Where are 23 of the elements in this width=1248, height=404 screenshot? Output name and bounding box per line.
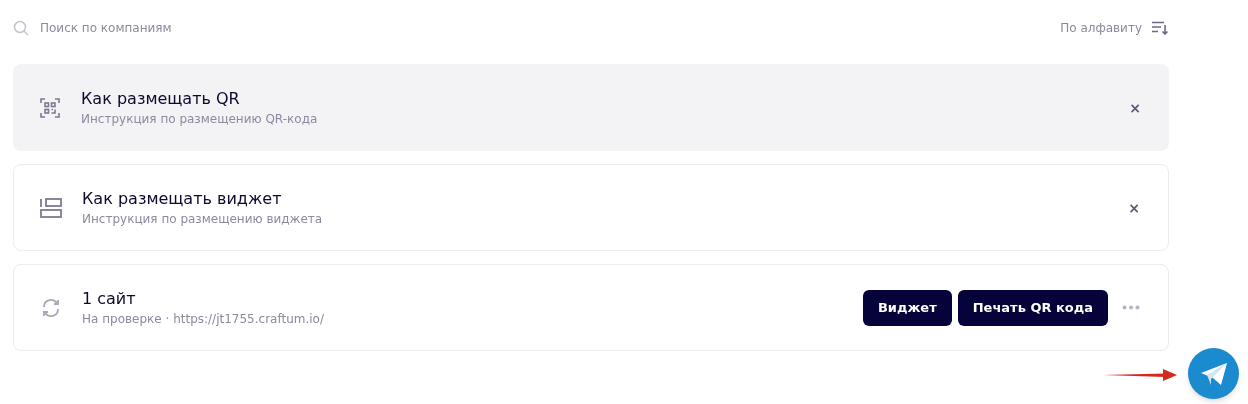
action-button[interactable]: Виджет [862,289,952,326]
layout-icon [40,197,62,218]
card-subtitle: Инструкция по размещению QR-кода [81,110,319,128]
refresh-icon [41,297,61,318]
telegram-button[interactable] [1188,348,1239,399]
qr-code-icon [40,97,60,118]
more-icon[interactable] [1122,305,1140,310]
sort-icon[interactable] [1152,21,1169,35]
close-button[interactable]: × [1129,100,1141,115]
action-button[interactable]: Печать QR кода [957,289,1108,326]
card-title: 1 сайт [82,287,137,310]
card-subtitle: Инструкция по размещению виджета [82,210,324,228]
paper-plane-icon [1200,362,1227,385]
card-title: Как размещать QR [81,87,241,110]
close-button[interactable]: × [1128,200,1140,215]
card[interactable]: Как размещать QR Инструкция по размещению QR-кода × [13,64,1169,151]
card[interactable]: 1 сайт На проверке · https://jt1755.craftum.io/ Виджет Печать QR кода [13,264,1169,351]
sort-label[interactable]: По алфавиту [1060,19,1142,37]
card[interactable]: Как размещать виджет Инструкция по размещению виджета × [13,164,1169,251]
search-icon [13,20,29,36]
card-title: Как размещать виджет [82,187,283,210]
card-subtitle: На проверке · https://jt1755.craftum.io/ [82,310,325,328]
search-field[interactable]: Поиск по компаниям [40,19,1061,37]
